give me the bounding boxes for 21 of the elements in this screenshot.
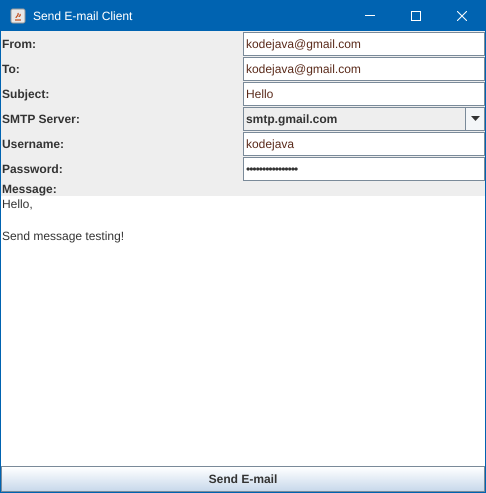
input-field[interactable]: kodejava — [243, 132, 485, 156]
field-label: Username: — [1, 136, 66, 152]
minimize-icon — [365, 15, 375, 16]
smtp-server-dropdown[interactable]: smtp.gmail.com — [243, 106, 485, 130]
input-field[interactable]: kodejava@gmail.com — [243, 32, 485, 56]
field-label: Password: — [1, 160, 64, 178]
field-label: From: — [1, 36, 37, 52]
window-title: Send E-mail Client — [33, 8, 132, 24]
password-field[interactable]: •••••••••••••••• — [243, 156, 485, 180]
input-field[interactable]: kodejava@gmail.com — [243, 56, 485, 80]
field-label: To: — [1, 60, 21, 78]
field-label: Subject: — [1, 86, 50, 102]
maximize-icon — [411, 10, 421, 20]
field-label: SMTP Server: — [1, 110, 81, 128]
app-icon — [10, 8, 26, 24]
input-field[interactable]: Hello — [243, 82, 485, 106]
message-area[interactable]: Hello, Send message testing! — [1, 196, 485, 466]
close-icon — [457, 10, 467, 20]
message-label: Message: — [1, 182, 58, 196]
caret-icon — [470, 116, 480, 121]
send-button[interactable]: Send E-mail — [1, 466, 485, 492]
